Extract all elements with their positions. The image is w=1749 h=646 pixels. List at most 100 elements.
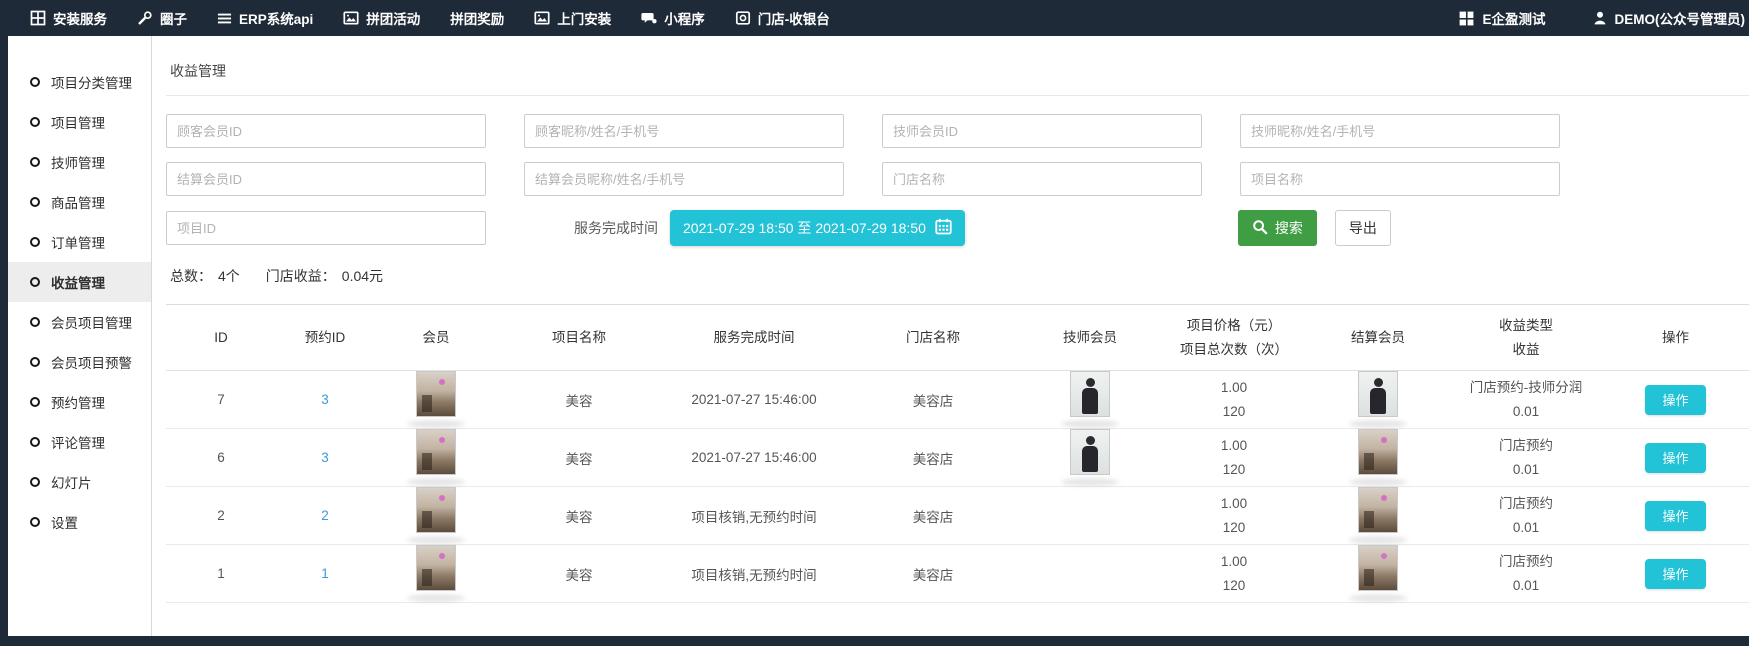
nav-item-1[interactable]: 安装服务	[30, 8, 107, 28]
filter-input[interactable]	[1240, 114, 1560, 148]
row-action-button[interactable]: 操作	[1645, 559, 1705, 589]
cell-id: 6	[217, 450, 225, 465]
settle-avatar-cell	[1349, 371, 1407, 428]
sidebar-item[interactable]: 设置	[8, 502, 151, 542]
nav-item-label: 门店-收银台	[758, 8, 830, 28]
avatar[interactable]	[1358, 429, 1398, 475]
sidebar-item[interactable]: 技师管理	[8, 142, 151, 182]
avatar[interactable]	[1358, 371, 1398, 417]
avatar[interactable]	[1358, 487, 1398, 533]
table-row: 63美容2021-07-27 15:46:00美容店1.00120门店预约0.0…	[166, 429, 1749, 487]
table-body: 73美容2021-07-27 15:46:00美容店1.00120门店预约-技师…	[166, 371, 1749, 603]
table-row: 22美容项目核销,无预约时间美容店1.00120门店预约0.01操作	[166, 487, 1749, 545]
settle-avatar-cell	[1349, 429, 1407, 486]
sidebar: 项目分类管理项目管理技师管理商品管理订单管理收益管理会员项目管理会员项目预警预约…	[8, 36, 152, 636]
avatar[interactable]	[1070, 429, 1110, 475]
circle-icon	[30, 397, 40, 407]
settle-avatar-cell	[1349, 545, 1407, 602]
table-row: 73美容2021-07-27 15:46:00美容店1.00120门店预约-技师…	[166, 371, 1749, 429]
filter-input[interactable]	[524, 114, 844, 148]
cell-project-name: 美容	[566, 564, 593, 584]
avatar[interactable]	[416, 429, 456, 475]
filter-input[interactable]	[166, 162, 486, 196]
cell-income: 门店预约0.01	[1499, 434, 1553, 481]
circle-icon	[30, 277, 40, 287]
nav-item-6[interactable]: 上门安装	[534, 8, 611, 28]
nav-item-5[interactable]: 拼团奖励	[450, 8, 504, 28]
nav-item-2[interactable]: 圈子	[137, 8, 187, 28]
avatar[interactable]	[416, 545, 456, 591]
sidebar-item[interactable]: 项目分类管理	[8, 62, 151, 102]
sidebar-item-label: 收益管理	[51, 272, 105, 292]
circle-icon	[30, 237, 40, 247]
nav-item-3[interactable]: ERP系统api	[217, 8, 313, 28]
nav-right-item-2[interactable]: DEMO(公众号管理员)	[1592, 8, 1746, 28]
nav-item-7[interactable]: 小程序	[641, 8, 705, 28]
sidebar-item-label: 会员项目管理	[51, 312, 132, 332]
avatar[interactable]	[416, 487, 456, 533]
sidebar-item[interactable]: 预约管理	[8, 382, 151, 422]
cell-id: 1	[217, 566, 225, 581]
row-action-button[interactable]: 操作	[1645, 501, 1705, 531]
sidebar-item-label: 预约管理	[51, 392, 105, 412]
search-button-label: 搜索	[1275, 218, 1303, 238]
table-grid-icon	[30, 10, 46, 26]
date-range-value: 2021-07-29 18:50 至 2021-07-29 18:50	[683, 218, 926, 238]
booking-id-link[interactable]: 3	[321, 392, 329, 407]
filter-input[interactable]	[1240, 162, 1560, 196]
sidebar-item[interactable]: 评论管理	[8, 422, 151, 462]
total-label: 总数：	[170, 268, 212, 284]
nav-item-8[interactable]: 门店-收银台	[735, 8, 830, 28]
nav-right-item-1[interactable]: E企盈测试	[1458, 8, 1545, 28]
sidebar-item-label: 项目分类管理	[51, 72, 132, 92]
project-id-input[interactable]	[166, 211, 486, 245]
technician-avatar-cell	[1061, 371, 1119, 428]
sidebar-item[interactable]: 幻灯片	[8, 462, 151, 502]
booking-id-link[interactable]: 2	[321, 508, 329, 523]
search-button[interactable]: 搜索	[1238, 210, 1317, 246]
blurred-name	[407, 594, 465, 602]
cell-finish-time: 2021-07-27 15:46:00	[691, 450, 816, 465]
export-button[interactable]: 导出	[1335, 210, 1391, 246]
nav-item-4[interactable]: 拼团活动	[343, 8, 420, 28]
cell-price-times: 1.00120	[1221, 492, 1247, 539]
member-avatar-cell	[407, 429, 465, 486]
sidebar-item[interactable]: 订单管理	[8, 222, 151, 262]
top-navbar: 安装服务 圈子 ERP系统api 拼团活动 拼团奖励 上门安装 小程序 门店-收银台 E企盈测…	[0, 0, 1749, 36]
sidebar-item[interactable]: 项目管理	[8, 102, 151, 142]
sidebar-item[interactable]: 会员项目管理	[8, 302, 151, 342]
sidebar-item-label: 项目管理	[51, 112, 105, 132]
circle-icon	[30, 77, 40, 87]
circle-icon	[30, 517, 40, 527]
cell-income: 门店预约-技师分润0.01	[1470, 376, 1583, 423]
cell-store-name: 美容店	[913, 506, 954, 526]
column-header: 收益类型收益	[1499, 314, 1553, 361]
filter-input[interactable]	[882, 114, 1202, 148]
sidebar-item[interactable]: 收益管理	[8, 262, 151, 302]
nav-item-label: 圈子	[160, 8, 187, 28]
circle-icon	[30, 117, 40, 127]
booking-id-link[interactable]: 3	[321, 450, 329, 465]
cell-finish-time: 项目核销,无预约时间	[691, 506, 816, 526]
row-action-button[interactable]: 操作	[1645, 443, 1705, 473]
nav-item-label: 上门安装	[557, 8, 611, 28]
sidebar-item[interactable]: 会员项目预警	[8, 342, 151, 382]
page-title: 收益管理	[166, 36, 1749, 96]
navbar-left: 安装服务 圈子 ERP系统api 拼团活动 拼团奖励 上门安装 小程序 门店-收银台	[30, 8, 830, 28]
filter-input[interactable]	[166, 114, 486, 148]
avatar[interactable]	[1358, 545, 1398, 591]
date-range-button[interactable]: 2021-07-29 18:50 至 2021-07-29 18:50	[670, 210, 965, 246]
cell-finish-time: 项目核销,无预约时间	[691, 564, 816, 584]
cashier-icon	[735, 10, 751, 26]
avatar[interactable]	[1070, 371, 1110, 417]
row-action-button[interactable]: 操作	[1645, 385, 1705, 415]
nav-item-label: 小程序	[664, 8, 705, 28]
avatar[interactable]	[416, 371, 456, 417]
column-header: 项目价格（元）项目总次数（次）	[1180, 314, 1288, 361]
sidebar-item[interactable]: 商品管理	[8, 182, 151, 222]
column-header: 服务完成时间	[714, 326, 795, 350]
booking-id-link[interactable]: 1	[321, 566, 329, 581]
filter-input[interactable]	[524, 162, 844, 196]
column-header: 门店名称	[906, 326, 960, 350]
filter-input[interactable]	[882, 162, 1202, 196]
